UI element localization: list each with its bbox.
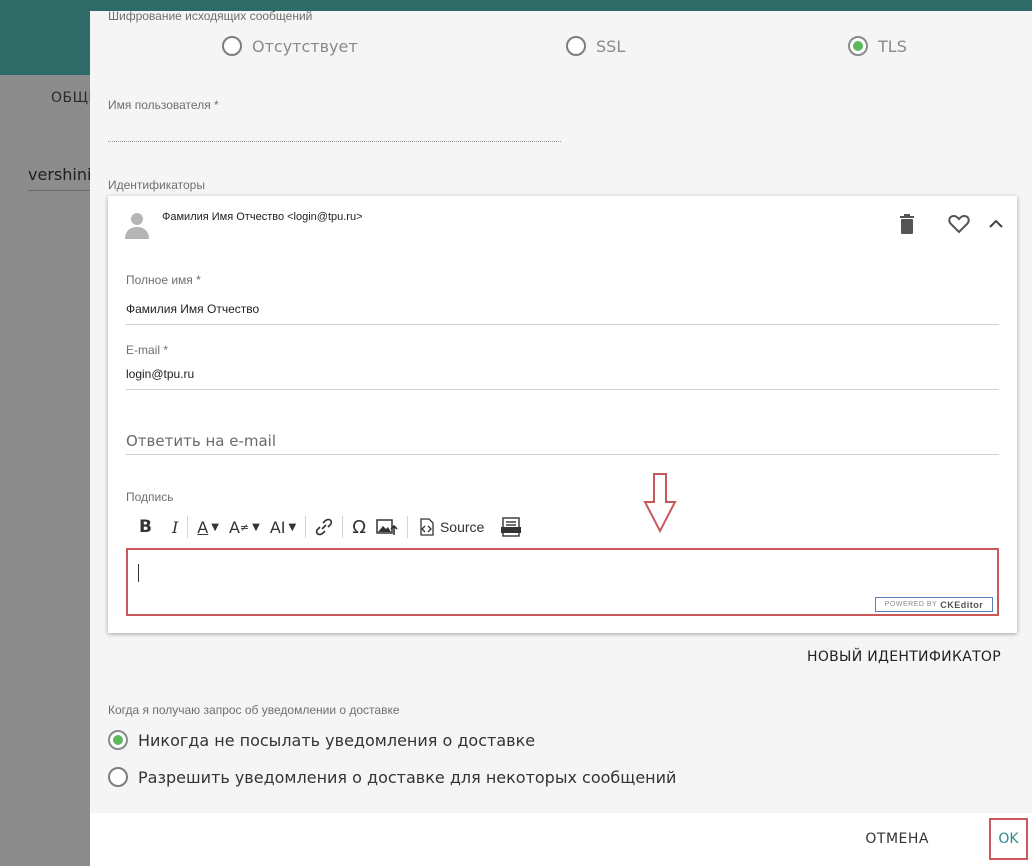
source-label: Source xyxy=(439,519,485,535)
radio-button-checked[interactable] xyxy=(848,36,868,56)
font-color-icon: A xyxy=(197,517,209,537)
radio-label: TLS xyxy=(878,36,907,56)
radio-encryption-ssl[interactable]: SSL xyxy=(566,36,625,56)
signature-editor[interactable]: POWERED BY CKEditor xyxy=(126,548,999,616)
radio-button-checked[interactable] xyxy=(108,730,128,750)
source-icon xyxy=(420,518,434,536)
receipt-label: Когда я получаю запрос об уведомлении о … xyxy=(108,703,400,717)
full-name-label: Полное имя * xyxy=(126,273,201,287)
html-embed-icon xyxy=(501,517,522,537)
radio-label: Никогда не посылать уведомления о достав… xyxy=(138,730,536,750)
radio-label: Отсутствует xyxy=(252,36,358,56)
chevron-down-icon: ▼ xyxy=(288,521,297,533)
identity-title: Фамилия Имя Отчество <login@tpu.ru> xyxy=(162,211,363,223)
toolbar-divider xyxy=(187,516,189,538)
radio-encryption-none[interactable]: Отсутствует xyxy=(222,36,358,56)
signature-label: Подпись xyxy=(126,490,174,504)
username-label: Имя пользователя * xyxy=(108,98,219,112)
radio-label: Разрешить уведомления о доставке для нек… xyxy=(138,767,677,787)
identity-card: Фамилия Имя Отчество <login@tpu.ru> Полн… xyxy=(108,196,1017,633)
radio-receipt-never[interactable]: Никогда не посылать уведомления о достав… xyxy=(108,730,535,750)
font-family-icon: AI xyxy=(269,517,286,537)
toolbar-divider xyxy=(305,516,307,538)
toolbar-divider xyxy=(342,516,344,538)
reply-to-field[interactable]: Ответить на e-mail xyxy=(126,432,999,455)
special-chars-button[interactable]: Ω xyxy=(347,513,371,541)
font-size-icon: A xyxy=(228,517,240,537)
avatar xyxy=(122,210,152,240)
chevron-up-icon[interactable] xyxy=(984,212,1008,236)
identities-label: Идентификаторы xyxy=(108,178,205,192)
heart-icon[interactable] xyxy=(947,212,971,236)
annotation-down-arrow-icon xyxy=(643,472,677,538)
full-name-value[interactable]: Фамилия Имя Отчество xyxy=(126,302,999,316)
font-size-marker: ≠ xyxy=(239,520,250,534)
field-underline xyxy=(126,454,999,455)
radio-label: SSL xyxy=(596,36,626,56)
email-value[interactable]: login@tpu.ru xyxy=(126,367,999,381)
reply-to-placeholder[interactable]: Ответить на e-mail xyxy=(126,432,999,450)
new-identity-button[interactable]: НОВЫЙ ИДЕНТИФИКАТОР xyxy=(807,649,1001,665)
toolbar-divider xyxy=(406,516,408,538)
username-underline xyxy=(28,190,90,191)
ckeditor-badge[interactable]: POWERED BY CKEditor xyxy=(875,597,993,612)
link-button[interactable] xyxy=(310,513,338,541)
field-underline xyxy=(126,389,999,390)
ok-button[interactable]: OK xyxy=(989,818,1028,860)
encryption-label: Шифрование исходящих сообщений xyxy=(108,9,313,23)
ckeditor-brand: CKEditor xyxy=(940,599,984,610)
dialog-footer: ОТМЕНА OK xyxy=(90,813,1032,866)
radio-receipt-some[interactable]: Разрешить уведомления о доставке для нек… xyxy=(108,767,676,787)
full-name-field[interactable]: Полное имя * Фамилия Имя Отчество xyxy=(126,273,999,325)
html-embed-button[interactable] xyxy=(495,513,527,541)
powered-by-text: POWERED BY xyxy=(884,601,938,608)
cancel-button[interactable]: ОТМЕНА xyxy=(865,831,929,847)
signature-toolbar: B I A ▼ A ≠ ▼ AI ▼ Ω Source xyxy=(126,509,999,545)
italic-button[interactable]: I xyxy=(167,513,183,541)
text-caret xyxy=(138,564,139,582)
chevron-down-icon: ▼ xyxy=(252,521,260,533)
source-button[interactable]: Source xyxy=(412,513,489,541)
bold-button[interactable]: B xyxy=(134,513,157,541)
field-underline xyxy=(126,324,999,325)
email-field[interactable]: E-mail * login@tpu.ru xyxy=(126,343,999,390)
insert-image-button[interactable] xyxy=(371,513,403,541)
trash-icon[interactable] xyxy=(895,212,919,236)
chevron-down-icon: ▼ xyxy=(211,521,219,533)
username-input[interactable] xyxy=(108,141,561,142)
radio-encryption-tls[interactable]: TLS xyxy=(848,36,907,56)
radio-button[interactable] xyxy=(566,36,586,56)
radio-button[interactable] xyxy=(108,767,128,787)
image-upload-icon xyxy=(376,519,398,535)
font-color-button[interactable]: A ▼ xyxy=(192,513,224,541)
link-icon xyxy=(315,518,333,536)
email-label: E-mail * xyxy=(126,343,169,357)
account-settings-dialog: Шифрование исходящих сообщений Отсутству… xyxy=(90,0,1032,866)
radio-button[interactable] xyxy=(222,36,242,56)
font-family-button[interactable]: AI ▼ xyxy=(265,513,301,541)
font-size-button[interactable]: A ≠ ▼ xyxy=(224,513,265,541)
